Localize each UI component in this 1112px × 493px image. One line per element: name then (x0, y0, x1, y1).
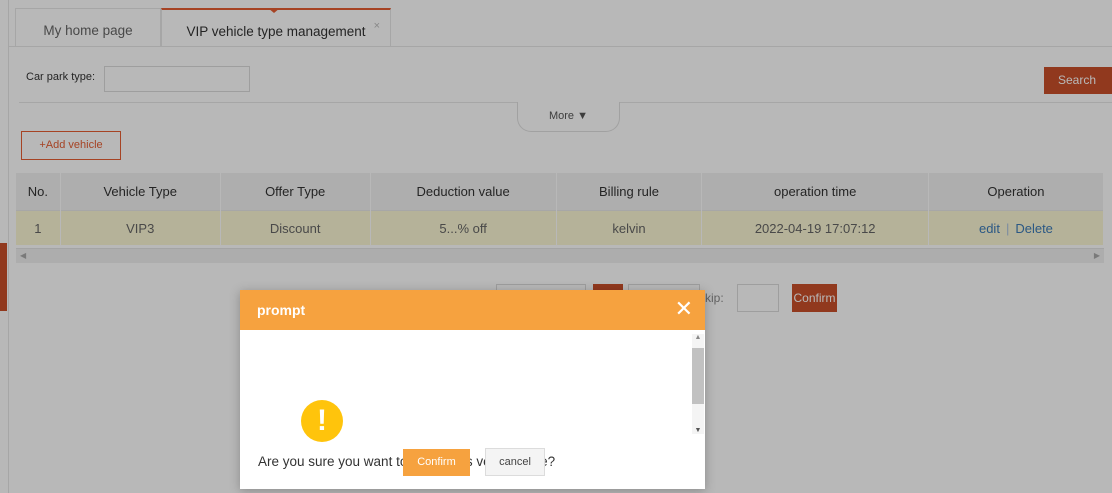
dialog-vertical-scrollbar[interactable]: ▲ ▼ (692, 334, 704, 434)
app-window: My home page VIP vehicle type management… (0, 0, 1112, 493)
confirm-button[interactable]: Confirm (403, 449, 470, 476)
dialog-header: prompt ✕ (240, 290, 705, 330)
prompt-dialog: prompt ✕ ! Are you sure you want to dele… (240, 290, 705, 489)
warning-icon: ! (301, 400, 343, 442)
dialog-title: prompt (257, 302, 306, 318)
close-icon[interactable]: ✕ (675, 298, 693, 320)
scroll-down-icon[interactable]: ▼ (692, 427, 704, 434)
scroll-up-icon[interactable]: ▲ (692, 334, 704, 341)
cancel-button[interactable]: cancel (485, 448, 545, 476)
scrollbar-thumb[interactable] (692, 348, 704, 404)
